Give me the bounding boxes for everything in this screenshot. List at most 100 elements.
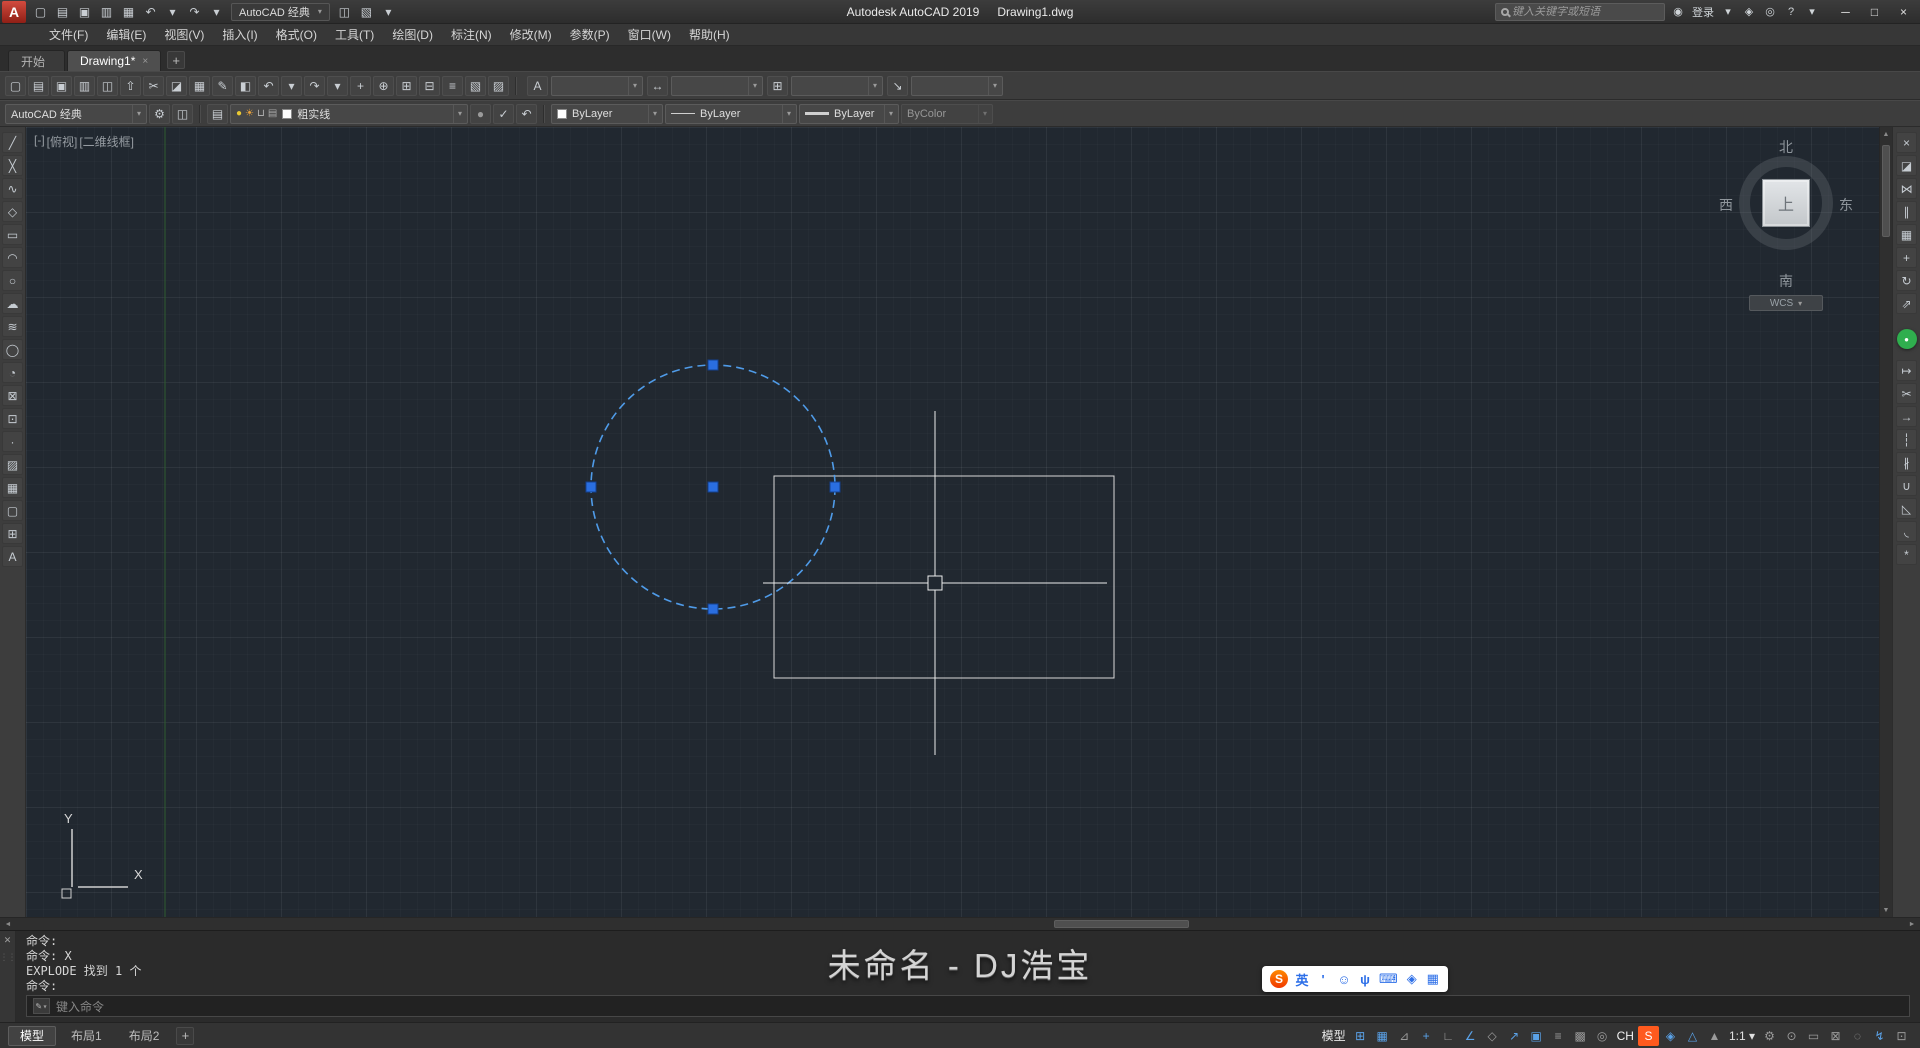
hatch-icon[interactable]: ▨ [2,454,23,475]
drag-handle[interactable]: ⋮⋮ [0,952,16,963]
menu-file[interactable]: 文件(F) [40,24,97,45]
help-icon[interactable]: ? [1781,2,1801,22]
lineweight-display-icon[interactable]: ≡ [1548,1026,1569,1046]
infer-constraints-icon[interactable]: ⊿ [1394,1026,1415,1046]
grip-point[interactable] [708,482,718,492]
ellipse-arc-icon[interactable]: ◔ [2,362,23,383]
construction-line-icon[interactable]: ╳ [2,155,23,176]
ime-voice-icon[interactable]: ψ [1358,969,1372,989]
undo-caret[interactable]: ▾ [281,76,302,96]
redo-icon[interactable]: ↷ [184,2,205,22]
array-icon[interactable]: ▦ [1896,224,1917,245]
polygon-icon[interactable]: ◇ [2,201,23,222]
menu-window[interactable]: 窗口(W) [619,24,680,45]
zoom-window-icon[interactable]: ⊞ [396,76,417,96]
style-combo[interactable]: ▾ [911,76,1003,96]
exchange-apps-icon[interactable]: ◎ [1760,2,1780,22]
line-icon[interactable]: ╱ [2,132,23,153]
open-icon[interactable]: ▤ [52,2,73,22]
grip-point[interactable] [830,482,840,492]
ime-skin-icon[interactable]: ◈ [1405,969,1419,989]
annotation-scale-control[interactable]: 1:1 ▾ [1726,1026,1758,1046]
scroll-right-icon[interactable]: ► [1904,921,1920,928]
qat-extra-icon-2[interactable]: ▧ [356,2,377,22]
clean-screen-icon[interactable]: ⊡ [1891,1026,1912,1046]
ime-mode-toggle[interactable]: 英 [1295,969,1309,989]
vscroll-thumb[interactable] [1882,145,1890,237]
transparency-icon[interactable]: ▩ [1570,1026,1591,1046]
ortho-mode-icon[interactable]: ∟ [1438,1026,1459,1046]
horizontal-scrollbar[interactable]: ◄ ► [0,917,1920,930]
sign-in-label[interactable]: 登录 [1689,2,1717,22]
object-snap-tracking-icon[interactable]: ↗ [1504,1026,1525,1046]
gradient-icon[interactable]: ▦ [2,477,23,498]
vertical-scrollbar[interactable]: ▲ ▼ [1879,127,1892,917]
menu-format[interactable]: 格式(O) [267,24,326,45]
workspace-switch-icon[interactable]: ⚙ [1759,1026,1780,1046]
object-color-combo[interactable]: ByLayer ▾ [551,104,663,124]
command-input[interactable]: ✎▾ 键入命令 [26,995,1910,1017]
chamfer-icon[interactable]: ◺ [1896,498,1917,519]
paste-icon[interactable]: ▦ [189,76,210,96]
break-icon[interactable]: ∦ [1896,452,1917,473]
region-icon[interactable]: ▢ [2,500,23,521]
sign-in-caret[interactable]: ▾ [1718,2,1738,22]
input-skin-icon[interactable]: ◈ [1660,1026,1681,1046]
lock-ui-icon[interactable]: ⊠ [1825,1026,1846,1046]
zoom-previous-icon[interactable]: ⊟ [419,76,440,96]
ime-punctuation-toggle[interactable]: ' [1316,969,1330,989]
close-icon[interactable]: ✕ [4,935,12,946]
ime-emoji-icon[interactable]: ☺ [1337,969,1351,989]
dynamic-input-icon[interactable]: + [1416,1026,1437,1046]
cut-icon[interactable]: ✂ [143,76,164,96]
lineweight-combo[interactable]: ByLayer ▾ [799,104,899,124]
plot-icon[interactable]: ▥ [74,76,95,96]
style-icon[interactable]: A [527,76,548,96]
selection-cycling-icon[interactable]: ◎ [1592,1026,1613,1046]
zoom-realtime-icon[interactable]: ⊕ [373,76,394,96]
app-store-icon[interactable]: ◈ [1739,2,1759,22]
table-icon[interactable]: ⊞ [2,523,23,544]
menu-tools[interactable]: 工具(T) [326,24,383,45]
point-icon[interactable]: · [2,431,23,452]
rectangle-icon[interactable]: ▭ [2,224,23,245]
viewport-view-control[interactable]: [俯视] [47,133,78,150]
qnew-icon[interactable]: ▢ [5,76,26,96]
application-menu-button[interactable]: A [2,1,26,23]
language-indicator[interactable]: CH [1614,1026,1637,1046]
plot-icon[interactable]: ▦ [118,2,139,22]
save-icon[interactable]: ▣ [51,76,72,96]
linetype-combo[interactable]: ByLayer ▾ [665,104,797,124]
redo-icon[interactable]: ↷ [304,76,325,96]
object-snap-icon[interactable]: ▣ [1526,1026,1547,1046]
qat-extra-icon[interactable]: ◫ [334,2,355,22]
properties-icon[interactable]: ≡ [442,76,463,96]
designcenter-icon[interactable]: ▧ [465,76,486,96]
workspace-settings-gear-icon[interactable]: ⚙ [149,104,170,124]
style-icon[interactable]: ↘ [887,76,908,96]
grid-toggle-icon[interactable]: ⊞ [1350,1026,1371,1046]
rotate-icon[interactable]: ↻ [1896,270,1917,291]
workspace-quick-combo[interactable]: AutoCAD 经典 ▾ [231,3,330,21]
multiline-text-icon[interactable]: A [2,546,23,567]
break-at-point-icon[interactable]: ┆ [1896,429,1917,450]
wcs-menu-button[interactable]: WCS ▾ [1749,295,1823,311]
file-tab-drawing1[interactable]: Drawing1*× [67,50,161,71]
scroll-down-icon[interactable]: ▼ [1880,903,1892,917]
menu-insert[interactable]: 插入(I) [213,24,266,45]
viewcube-east-label[interactable]: 东 [1839,195,1853,215]
isolate-objects-icon[interactable]: ◌ [1847,1026,1868,1046]
sogou-input-icon[interactable]: S [1638,1026,1659,1046]
polar-tracking-icon[interactable]: ∠ [1460,1026,1481,1046]
minimize-button[interactable]: ─ [1831,1,1860,23]
saveas-icon[interactable]: ▥ [96,2,117,22]
new-layout-button[interactable]: + [176,1027,194,1045]
menu-parametric[interactable]: 参数(P) [561,24,619,45]
polyline-icon[interactable]: ∿ [2,178,23,199]
style-combo[interactable]: ▾ [551,76,643,96]
spline-icon[interactable]: ≋ [2,316,23,337]
recent-commands-icon[interactable]: ✎▾ [33,998,50,1014]
plot-preview-icon[interactable]: ◫ [97,76,118,96]
offset-icon[interactable]: ∥ [1896,201,1917,222]
qsave-icon[interactable]: ▣ [74,2,95,22]
